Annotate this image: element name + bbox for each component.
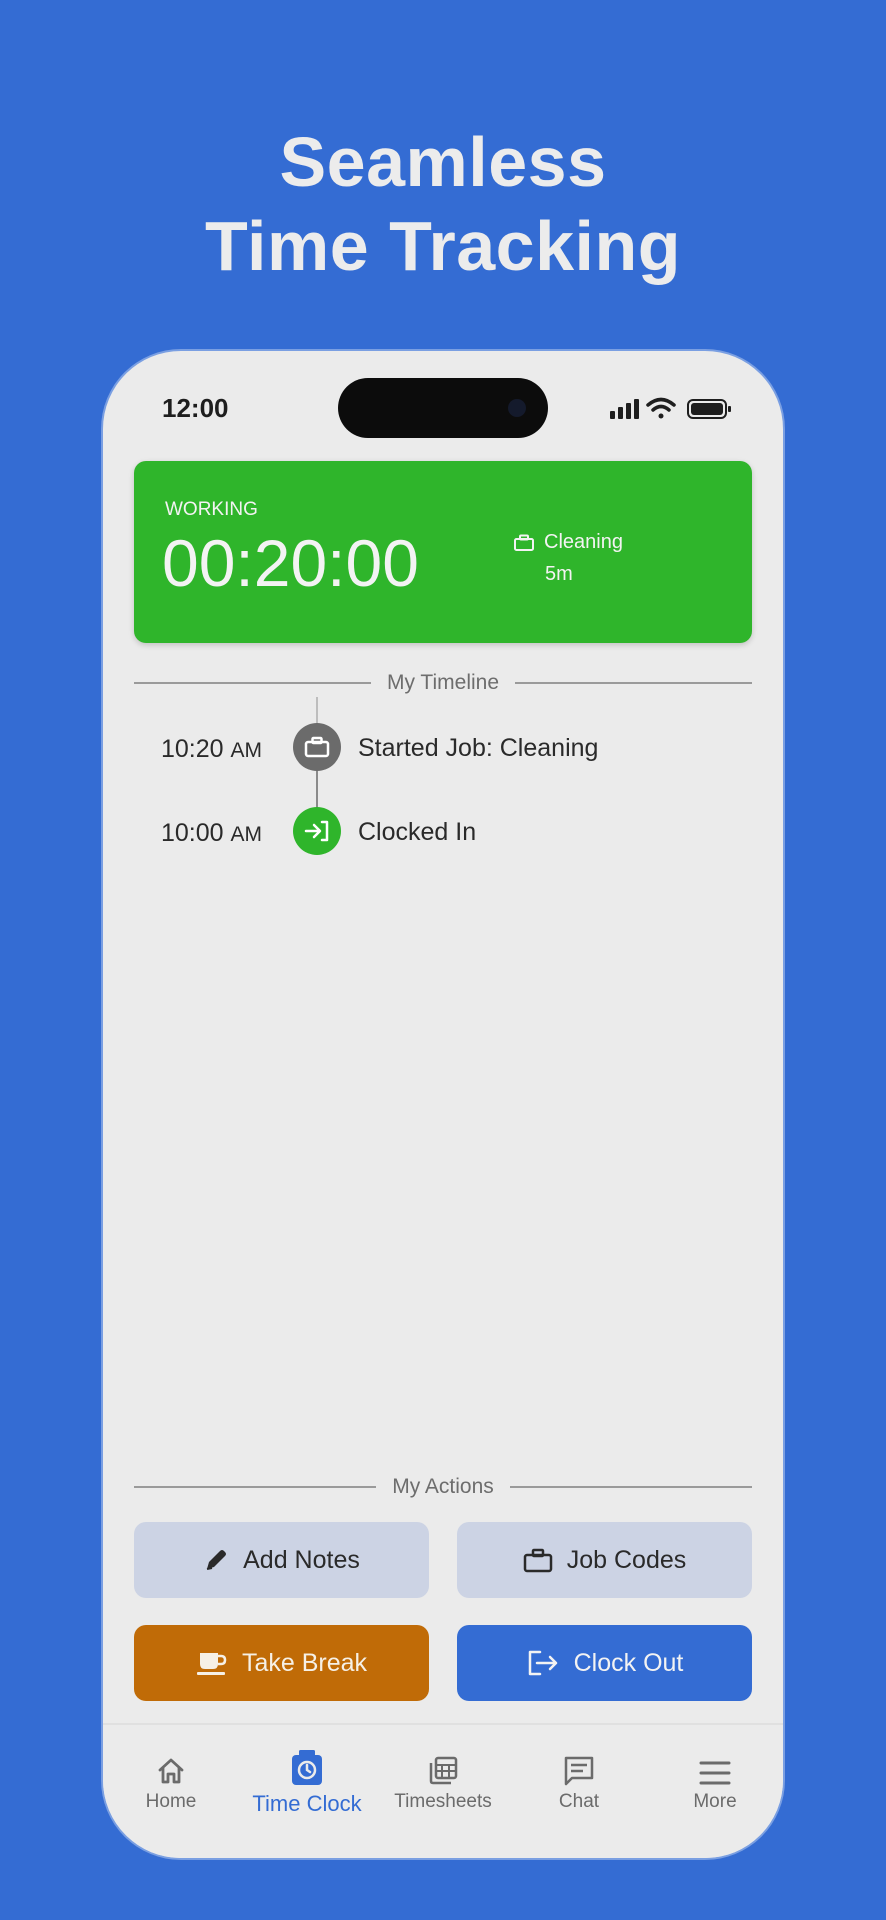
headline-line-2: Time Tracking [205, 207, 681, 285]
divider-line [515, 682, 752, 684]
nav-item-label: Timesheets [394, 1791, 492, 1812]
current-job-name: Cleaning [544, 531, 623, 553]
timeline-entry-label: Started Job: Cleaning [358, 734, 599, 762]
timeline-entry-time: 10:00 AM [161, 819, 262, 848]
take-break-button[interactable]: Take Break [134, 1625, 429, 1701]
menu-icon [699, 1761, 731, 1785]
chat-icon [564, 1756, 594, 1786]
nav-item-timesheets[interactable]: Timesheets [375, 1747, 511, 1827]
nav-item-label: Time Clock [252, 1791, 362, 1816]
signal-icon [610, 399, 639, 419]
timeline-entry[interactable]: 10:00 AM Clocked In [103, 807, 783, 857]
battery-icon [687, 399, 731, 419]
promo-headline: Seamless Time Tracking [0, 120, 886, 288]
dynamic-island [338, 378, 548, 438]
actions-divider: My Actions [134, 1475, 753, 1499]
divider-line [134, 682, 371, 684]
job-codes-label: Job Codes [566, 1545, 687, 1574]
divider-line [509, 1486, 753, 1488]
pencil-icon [206, 1550, 227, 1570]
phone-frame: 12:00 WORKING 00:20:00 Cleaning 5m My Ti… [103, 351, 783, 1858]
divider-line [134, 1486, 377, 1488]
headline-line-1: Seamless [279, 123, 607, 201]
nav-item-time-clock[interactable]: Time Clock [239, 1747, 375, 1827]
status-bar-icons [608, 395, 738, 423]
timeline-title: My Timeline [386, 671, 500, 694]
timeline-entry-time: 10:20 AM [161, 735, 262, 764]
nav-item-label: More [693, 1791, 737, 1812]
current-job: Cleaning [514, 531, 623, 554]
entry-time-value: 10:00 [161, 819, 224, 847]
current-job-duration: 5m [545, 563, 573, 585]
briefcase-icon [293, 723, 341, 771]
entry-time-ampm: AM [230, 739, 263, 762]
entry-time-value: 10:20 [161, 735, 224, 763]
job-codes-button[interactable]: Job Codes [457, 1522, 752, 1598]
work-timer: 00:20:00 [162, 526, 419, 600]
nav-item-chat[interactable]: Chat [511, 1747, 647, 1827]
nav-item-label: Home [145, 1791, 197, 1812]
wifi-icon [646, 397, 676, 419]
briefcase-icon [523, 1548, 552, 1573]
timeline-entry-label: Clocked In [358, 818, 477, 846]
actions-title: My Actions [392, 1475, 494, 1498]
coffee-cup-icon [196, 1653, 227, 1675]
home-icon [158, 1758, 184, 1784]
clock-out-label: Clock Out [573, 1648, 684, 1677]
camera-icon [508, 399, 526, 417]
timesheets-icon [429, 1756, 458, 1785]
add-notes-button[interactable]: Add Notes [134, 1522, 429, 1598]
clock-in-icon [293, 807, 341, 855]
nav-item-label: Chat [558, 1791, 600, 1812]
entry-time-ampm: AM [230, 823, 263, 846]
nav-item-more[interactable]: More [647, 1747, 783, 1827]
take-break-label: Take Break [241, 1648, 368, 1677]
bottom-nav: Home Time Clock Timesheets Chat More [103, 1723, 783, 1858]
status-bar-time: 12:00 [162, 393, 229, 423]
briefcase-icon [514, 534, 534, 551]
work-status-label: WORKING [165, 499, 258, 520]
time-clock-icon [292, 1750, 322, 1785]
add-notes-label: Add Notes [243, 1545, 360, 1574]
timeline-entry[interactable]: 10:20 AM Started Job: Cleaning [103, 723, 783, 773]
clock-out-icon [528, 1650, 557, 1676]
nav-item-home[interactable]: Home [103, 1747, 239, 1827]
timeline-divider: My Timeline [134, 671, 752, 695]
working-status-card[interactable]: WORKING 00:20:00 Cleaning 5m [134, 461, 752, 643]
clock-out-button[interactable]: Clock Out [457, 1625, 752, 1701]
